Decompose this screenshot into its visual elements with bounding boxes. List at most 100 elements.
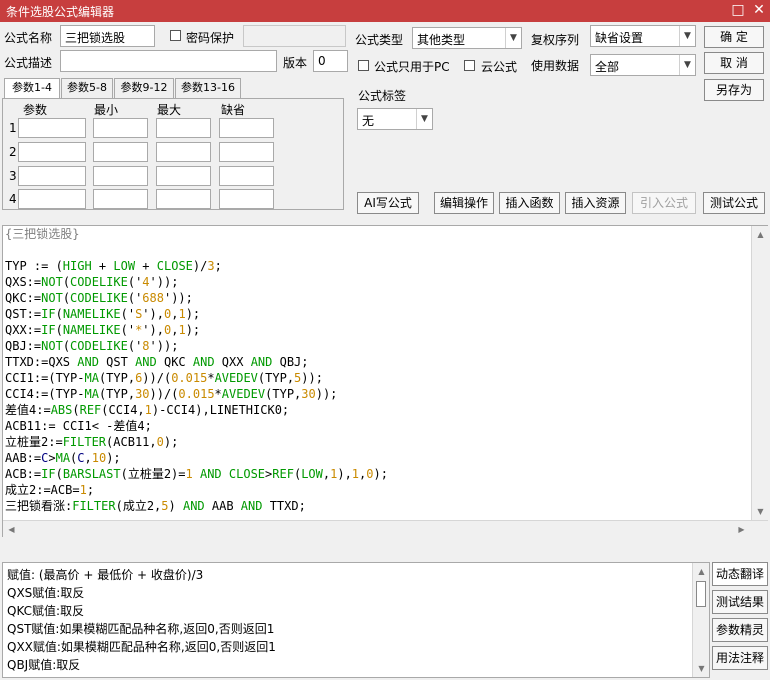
translation-line: QXS赋值:取反 [7,586,85,600]
param-wizard-button[interactable]: 参数精灵 [712,618,768,642]
password-input[interactable] [243,25,346,47]
code-token: AND [182,499,205,513]
code-token: NAMELIKE [62,307,121,321]
scroll-down-icon[interactable]: ▼ [693,660,710,677]
code-line[interactable] [5,242,747,258]
tab-params-1-4[interactable]: 参数1-4 [4,78,60,99]
insert-resource-button[interactable]: 插入资源 [565,192,626,214]
code-line[interactable]: 差值4:=ABS(REF(CCI4,1)-CCI4),LINETHICK0; [5,402,747,418]
pc-only-checkbox[interactable] [358,60,369,71]
insert-function-button[interactable]: 插入函数 [499,192,560,214]
code-line[interactable]: TTXD:=QXS AND QST AND QKC AND QXX AND QB… [5,354,747,370]
cloud-label: 云公式 [481,60,518,74]
param-default-input[interactable] [219,118,274,138]
rights-select[interactable]: 缺省设置 ▼ [590,25,696,47]
param-min-input[interactable] [93,118,148,138]
code-token: 30 [135,387,150,401]
code-line[interactable]: QKC:=NOT(CODELIKE('688')); [5,290,747,306]
tab-params-9-12[interactable]: 参数9-12 [114,78,174,98]
scroll-thumb[interactable] [696,581,706,607]
code-line[interactable]: 成立2:=ACB=1; [5,482,747,498]
param-max-input[interactable] [156,166,211,186]
code-token: > [48,451,56,465]
cancel-button[interactable]: 取 消 [704,52,764,74]
restore-button[interactable]: □ [729,1,747,19]
param-name-input[interactable] [18,142,86,162]
code-token: )); [301,371,323,385]
scroll-right-icon[interactable]: ▶ [733,521,750,538]
code-line[interactable]: QXX:=IF(NAMELIKE('*'),0,1); [5,322,747,338]
formula-code[interactable]: {三把锁选股} TYP := (HIGH + LOW + CLOSE)/3; QXS… [5,226,747,526]
save-as-button[interactable]: 另存为 [704,79,764,101]
ai-write-button[interactable]: AI写公式 [357,192,419,214]
tab-params-5-8[interactable]: 参数5-8 [61,78,113,98]
data-label: 使用数据 [531,59,580,73]
param-min-input[interactable] [93,166,148,186]
code-line[interactable]: {三把锁选股} [5,226,747,242]
code-token: ABS [50,403,73,417]
close-button[interactable]: ✕ [750,1,768,19]
code-token: ( [55,307,63,321]
code-line[interactable]: QXS:=NOT(CODELIKE('4')); [5,274,747,290]
param-name-input[interactable] [18,189,86,209]
code-line[interactable]: 立桩量2:=FILTER(ACB11,0); [5,434,747,450]
code-token: NOT [41,291,63,305]
code-line[interactable]: QST:=IF(NAMELIKE('S'),0,1); [5,306,747,322]
code-token: LOW [113,259,136,273]
code-token: REF [79,403,102,417]
code-line[interactable]: TYP := (HIGH + LOW + CLOSE)/3; [5,258,747,274]
code-token: ); [373,467,388,481]
param-min-input[interactable] [93,189,148,209]
code-line[interactable]: QBJ:=NOT(CODELIKE('8')); [5,338,747,354]
param-max-input[interactable] [156,118,211,138]
code-line[interactable]: CCI1:=(TYP-MA(TYP,6))/(0.015*AVEDEV(TYP,… [5,370,747,386]
formula-editor[interactable]: {三把锁选股} TYP := (HIGH + LOW + CLOSE)/3; QXS… [2,225,768,537]
code-line[interactable]: CCI4:=(TYP-MA(TYP,30))/(0.015*AVEDEV(TYP… [5,386,747,402]
formula-name-label: 公式名称 [4,31,53,45]
scroll-up-icon[interactable]: ▲ [752,226,769,243]
code-line[interactable]: 三把锁看涨:FILTER(成立2,5) AND AAB AND TTXD; [5,498,747,514]
formula-name-input[interactable]: 三把锁选股 [60,25,155,47]
param-name-input[interactable] [18,118,86,138]
formula-tag-select[interactable]: 无 ▼ [357,108,433,130]
code-token: ( [55,323,63,337]
param-default-input[interactable] [219,189,274,209]
translation-scrollbar[interactable]: ▲ ▼ [692,563,709,677]
code-line[interactable]: ACB:=IF(BARSLAST(立桩量2)=1 AND CLOSE>REF(L… [5,466,747,482]
tab-params-13-16[interactable]: 参数13-16 [175,78,241,98]
chevron-down-icon: ▼ [505,28,521,48]
scroll-up-icon[interactable]: ▲ [693,563,710,580]
scroll-left-icon[interactable]: ◀ [3,521,20,538]
code-token: (TYP, [265,387,302,401]
param-default-input[interactable] [219,142,274,162]
formula-desc-input[interactable] [60,50,277,72]
code-token: ; [214,259,222,273]
editor-horizontal-scrollbar[interactable]: ◀ ▶ [3,520,768,537]
test-formula-button[interactable]: 测试公式 [703,192,765,214]
cloud-checkbox[interactable] [464,60,475,71]
password-checkbox[interactable] [170,30,181,41]
code-token: (成立2, [115,499,162,513]
editor-vertical-scrollbar[interactable]: ▲ ▼ [751,226,768,520]
test-result-button[interactable]: 测试结果 [712,590,768,614]
param-max-input[interactable] [156,189,211,209]
param-min-input[interactable] [93,142,148,162]
param-max-input[interactable] [156,142,211,162]
version-input[interactable]: 0 [313,50,348,72]
usage-notes-button[interactable]: 用法注释 [712,646,768,670]
import-formula-button[interactable]: 引入公式 [632,192,696,214]
scroll-down-icon[interactable]: ▼ [752,503,769,520]
param-name-input[interactable] [18,166,86,186]
param-default-input[interactable] [219,166,274,186]
dynamic-translate-button[interactable]: 动态翻译 [712,562,768,586]
code-line[interactable]: AAB:=C>MA(C,10); [5,450,747,466]
edit-ops-button[interactable]: 编辑操作 [434,192,494,214]
code-token: NAMELIKE [62,323,121,337]
code-token: ); [106,451,121,465]
data-select[interactable]: 全部 ▼ [590,54,696,76]
confirm-button[interactable]: 确 定 [704,26,764,48]
code-token: ( [72,403,80,417]
formula-type-select[interactable]: 其他类型 ▼ [412,27,522,49]
code-line[interactable]: ACB11:= CCI1< -差值4; [5,418,747,434]
code-token: TYP := ( [5,259,63,273]
